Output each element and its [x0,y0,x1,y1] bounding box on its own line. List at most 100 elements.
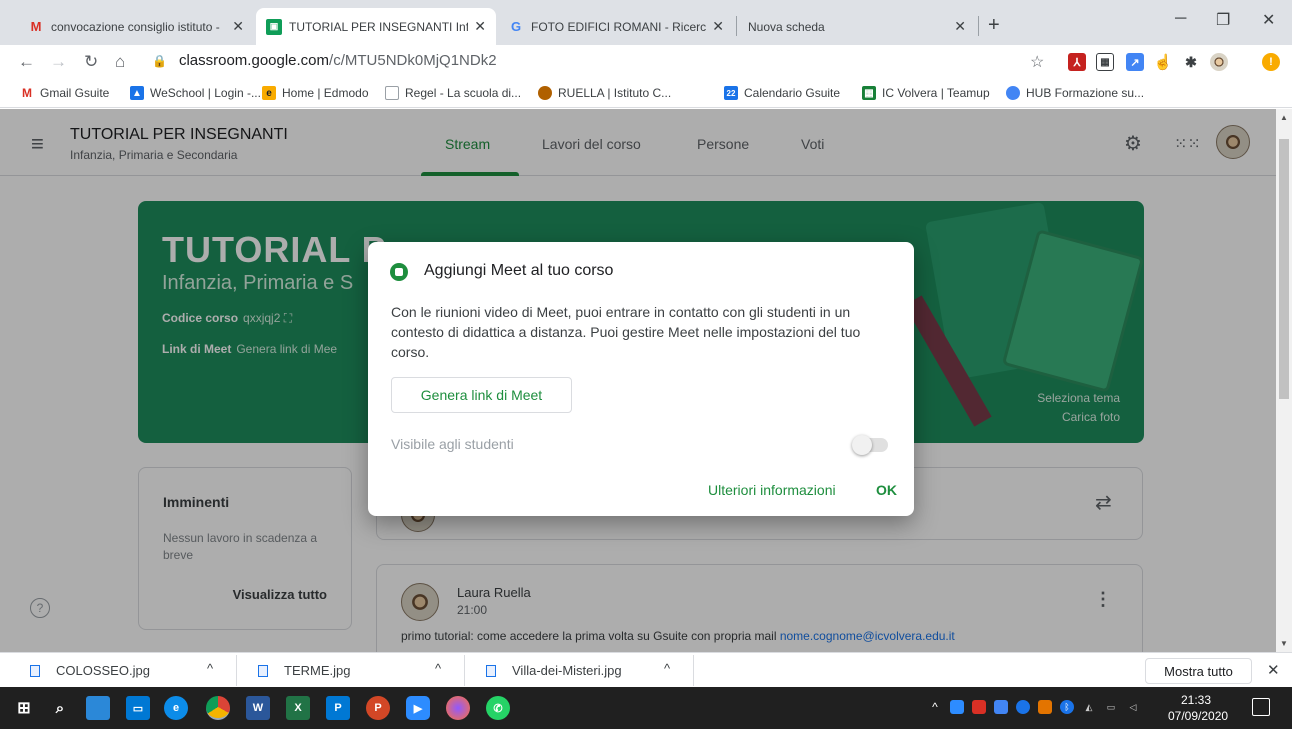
grid-extension-icon[interactable]: ▦ [1096,53,1114,71]
clock-date: 07/09/2020 [1168,709,1229,723]
hand-extension-icon[interactable]: ☝ [1154,53,1173,71]
bookmark-item[interactable]: ▦ IC Volvera | Teamup [862,86,990,100]
gmail-icon: M [30,19,42,34]
volume-icon[interactable]: ◁ [1126,700,1140,714]
close-tab-icon[interactable]: ✕ [954,18,966,35]
tab-separator [736,16,737,36]
scroll-down-icon[interactable]: ▼ [1280,639,1288,648]
profile-avatar-icon[interactable] [1210,53,1228,71]
app-tray-icon[interactable] [972,700,986,714]
address-bar[interactable]: 🔒 classroom.google.com/c/MTU5NDk0MjQ1NDk2 [152,52,497,69]
edmodo-icon: e [262,86,276,100]
browser-tab[interactable]: Nuova scheda ✕ [738,8,976,45]
page-icon [385,86,399,100]
bluetooth-icon[interactable]: ᛒ [1060,700,1074,714]
bookmark-label: RUELLA | Istituto C... [558,86,672,100]
download-filename: COLOSSEO.jpg [56,663,150,678]
chrome-icon[interactable] [206,696,230,720]
taskview-icon[interactable] [86,696,110,720]
windows-taskbar: ⊞ ⌕ ▭ e W X P P ▶ ✆ ^ ᛒ ◭ ▭ ◁ 21:33 07/0… [0,687,1292,729]
download-item[interactable]: TERME.jpg [258,653,350,688]
chevron-up-icon[interactable]: ^ [207,661,213,676]
visible-to-students-toggle[interactable] [852,435,888,455]
scroll-up-icon[interactable]: ▲ [1280,113,1288,122]
image-file-icon [30,664,40,677]
bookmark-item[interactable]: e Home | Edmodo [262,86,369,100]
minimize-icon[interactable]: ─ [1175,10,1186,28]
close-icon[interactable]: ✕ [1267,661,1280,679]
star-icon[interactable]: ☆ [1030,52,1044,72]
excel-icon[interactable]: X [286,696,310,720]
bookmark-item[interactable]: RUELLA | Istituto C... [538,86,671,100]
chevron-up-icon[interactable]: ^ [435,661,441,676]
zoom-icon[interactable]: ▶ [406,696,430,720]
bookmark-item[interactable]: M Gmail Gsuite [20,86,109,100]
calendar-icon: 22 [724,86,738,100]
download-item[interactable]: COLOSSEO.jpg [30,653,150,688]
puzzle-extensions-icon[interactable]: ✱ [1182,53,1200,71]
bookmark-item[interactable]: 22 Calendario Gsuite [724,86,840,100]
chevron-up-icon[interactable]: ^ [928,700,942,714]
home-icon[interactable]: ⌂ [115,52,125,72]
app-tray-icon[interactable] [1038,700,1052,714]
window-close-icon[interactable]: ✕ [1262,10,1275,30]
powerpoint-icon[interactable]: P [366,696,390,720]
bookmark-item[interactable]: HUB Formazione su... [1006,86,1144,100]
bookmark-label: Regel - La scuola di... [405,86,522,100]
page-scrollbar[interactable]: ▲ ▼ [1276,109,1292,652]
photos-icon[interactable]: ▭ [126,696,150,720]
browser-tab[interactable]: G FOTO EDIFICI ROMANI - Ricerca ✕ [498,8,734,45]
update-alert-icon[interactable]: ! [1262,53,1280,71]
restore-icon[interactable]: ❐ [1216,10,1230,30]
display-icon[interactable]: ▭ [1104,700,1118,714]
network-icon[interactable]: ◭ [1082,700,1096,714]
close-tab-icon[interactable]: ✕ [232,18,244,35]
bookmark-item[interactable]: ▲ WeSchool | Login -... [130,86,261,100]
close-tab-icon[interactable]: ✕ [712,18,724,35]
browser-tab-active[interactable]: ▣ TUTORIAL PER INSEGNANTI Infa ✕ [256,8,496,45]
whatsapp-icon[interactable]: ✆ [486,696,510,720]
tab-title: FOTO EDIFICI ROMANI - Ricerca [531,19,707,34]
browser-tab[interactable]: M convocazione consiglio istituto - ✕ [18,8,254,45]
browser-toolbar: ← → ↻ ⌂ 🔒 classroom.google.com/c/MTU5NDk0… [0,45,1292,80]
edge-icon[interactable]: e [164,696,188,720]
divider [464,655,465,686]
download-item[interactable]: Villa-dei-Misteri.jpg [486,653,622,688]
bookmark-label: Calendario Gsuite [744,86,841,100]
app-tray-icon[interactable] [994,700,1008,714]
share-extension-icon[interactable]: ↗ [1126,53,1144,71]
scrollbar-thumb[interactable] [1279,139,1289,399]
search-icon[interactable]: ⌕ [48,696,72,720]
tab-title: Nuova scheda [748,19,825,34]
acrobat-extension-icon[interactable]: ⅄ [1068,53,1086,71]
weschool-icon: ▲ [130,86,144,100]
firefox-icon[interactable] [446,696,470,720]
windows-start-icon[interactable]: ⊞ [12,696,36,720]
new-tab-icon[interactable]: + [988,14,1000,37]
word-icon[interactable]: W [246,696,270,720]
show-all-button[interactable]: Mostra tutto [1145,658,1252,684]
app-tray-icon[interactable] [1016,700,1030,714]
bookmark-item[interactable]: Regel - La scuola di... [385,86,521,100]
forward-icon[interactable]: → [50,52,67,72]
toggle-knob [852,435,872,455]
lock-icon: 🔒 [152,54,167,68]
visible-to-students-label: Visibile agli studenti [391,436,514,452]
google-icon: G [510,19,522,34]
system-clock[interactable]: 21:33 07/09/2020 [1168,692,1229,724]
publisher-icon[interactable]: P [326,696,350,720]
download-filename: TERME.jpg [284,663,351,678]
close-tab-icon[interactable]: ✕ [474,18,486,35]
divider [693,655,694,686]
ok-button[interactable]: OK [876,482,897,498]
more-info-button[interactable]: Ulteriori informazioni [708,482,836,498]
generate-meet-link-button[interactable]: Genera link di Meet [391,377,572,413]
zoom-tray-icon[interactable] [950,700,964,714]
chevron-up-icon[interactable]: ^ [664,661,670,676]
clock-time: 21:33 [1180,693,1212,707]
notification-icon[interactable] [1252,698,1270,716]
bookmarks-bar: M Gmail Gsuite ▲ WeSchool | Login -... e Ho… [0,80,1292,108]
reload-icon[interactable]: ↻ [84,52,98,72]
back-icon[interactable]: ← [18,52,35,72]
tab-separator [978,16,979,36]
